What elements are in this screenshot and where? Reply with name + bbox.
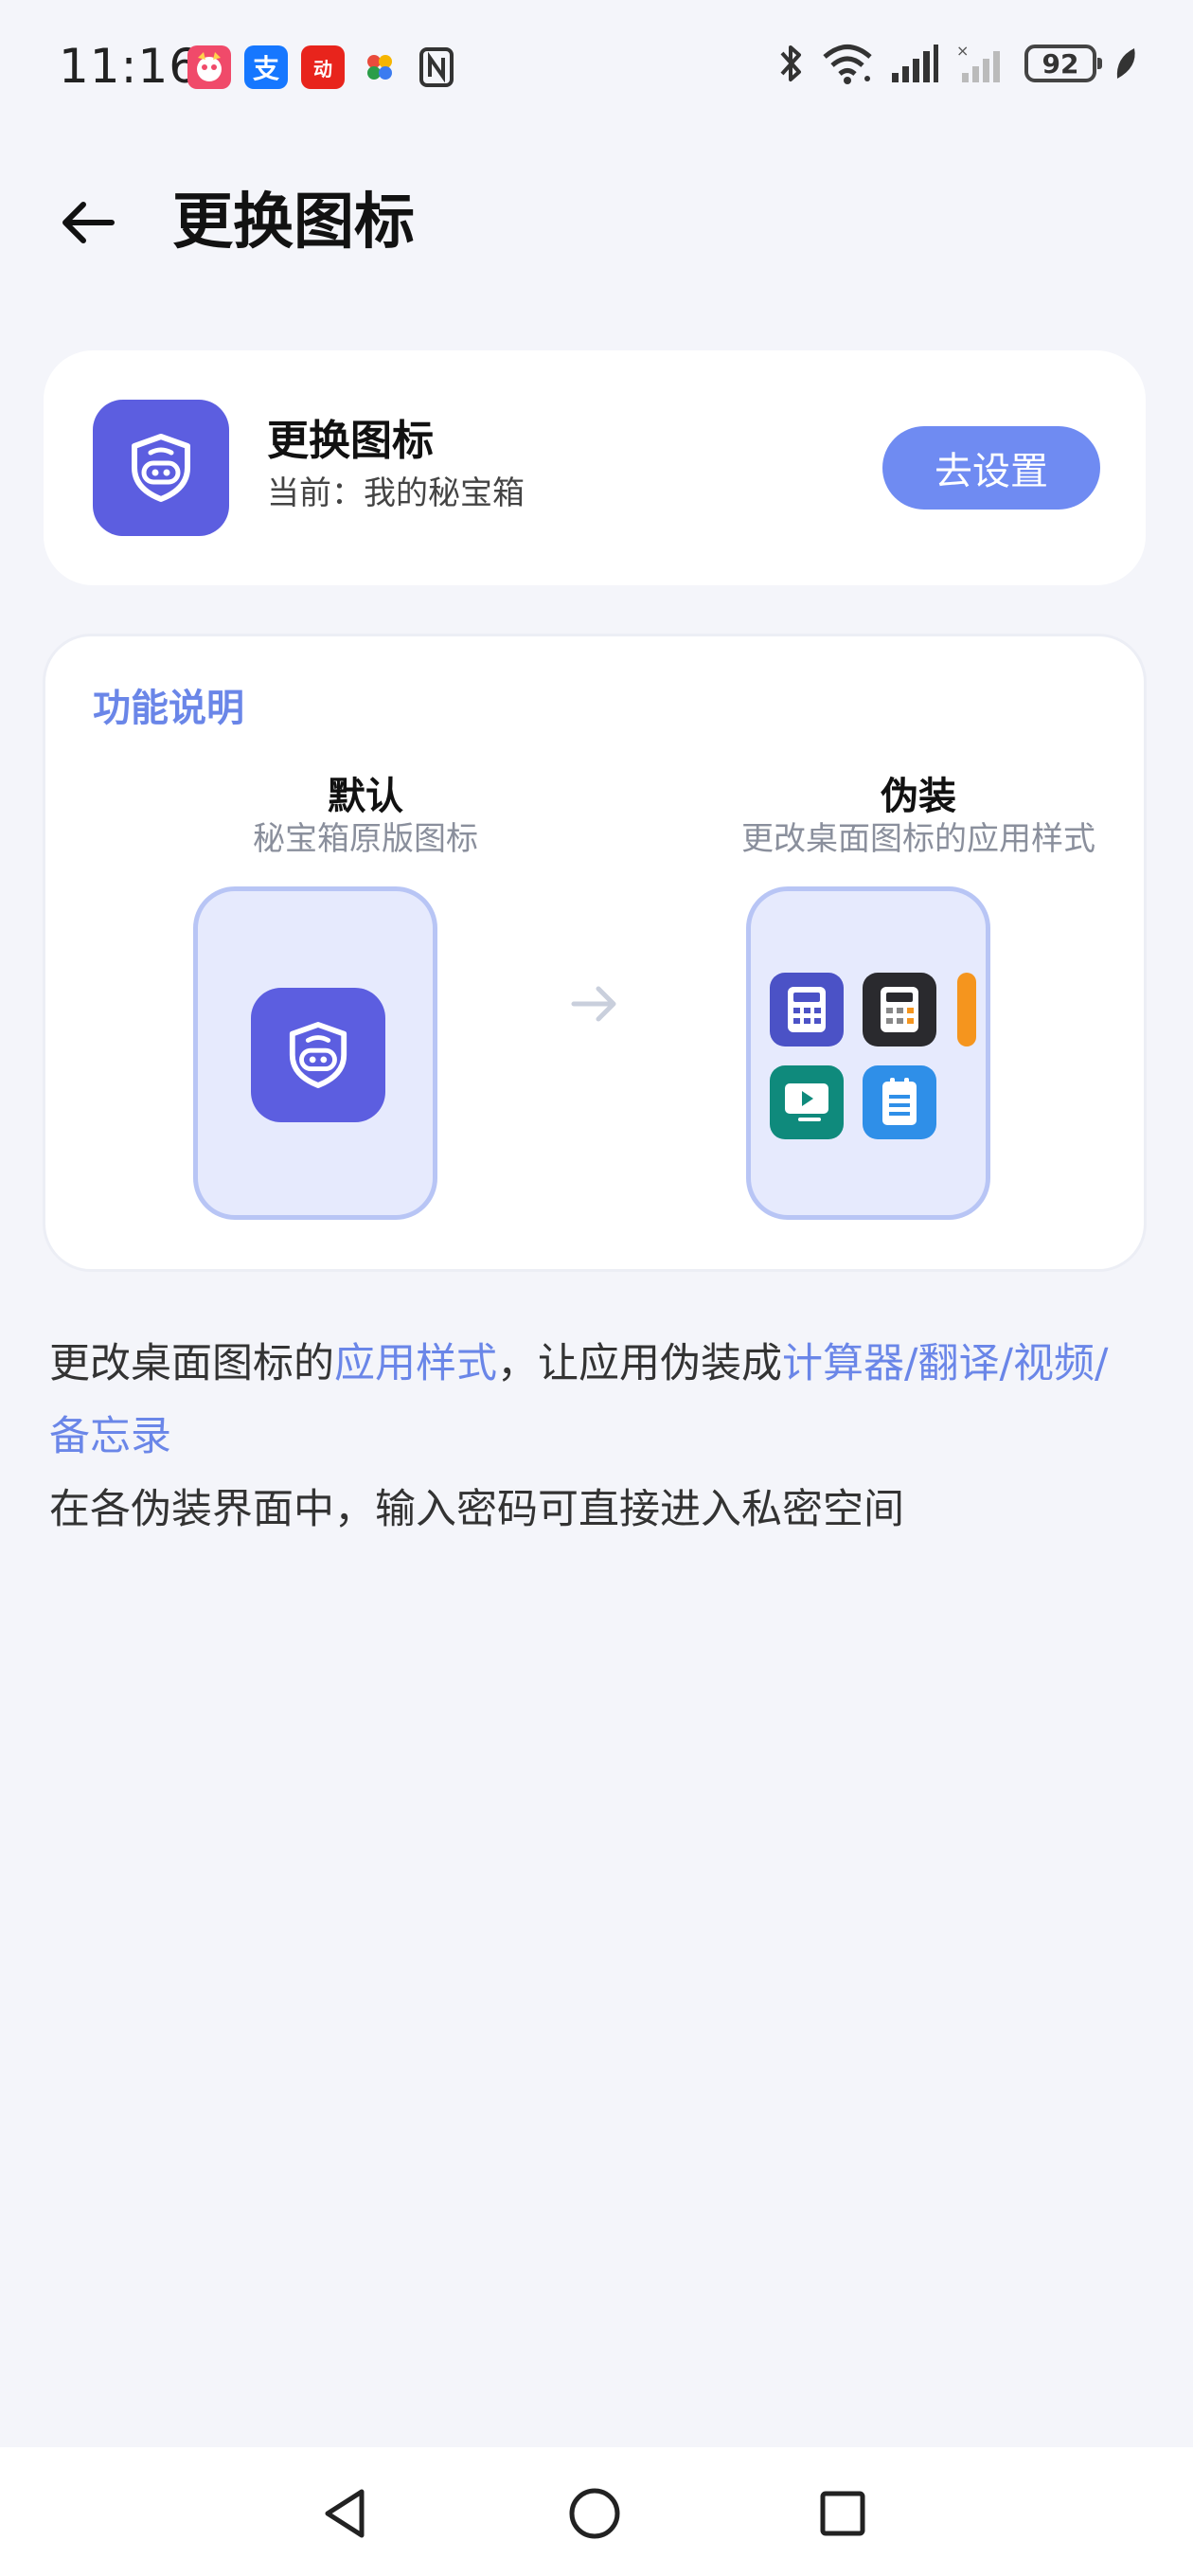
leaf-icon <box>1116 48 1135 79</box>
back-nav-button[interactable] <box>307 2476 383 2551</box>
translate-icon-partial <box>957 973 976 1046</box>
pinwheel-icon <box>358 45 401 89</box>
page-title: 更换图标 <box>172 188 415 258</box>
go-settings-button[interactable]: 去设置 <box>882 426 1100 510</box>
taobao-glyph: 动 <box>313 57 332 80</box>
battery-icon: 92 <box>1024 45 1102 82</box>
home-nav-icon <box>569 2488 620 2539</box>
home-nav-button[interactable] <box>557 2476 632 2551</box>
back-arrow-icon <box>62 202 115 243</box>
video-icon <box>770 1065 844 1139</box>
svg-text:×: × <box>956 43 969 60</box>
navigation-bar <box>0 2447 1193 2576</box>
back-nav-icon <box>325 2489 365 2538</box>
current-icon-card: 更换图标 当前：我的秘宝箱 去设置 <box>44 350 1146 585</box>
default-app-icon <box>251 988 385 1122</box>
battery-level: 92 <box>1042 47 1079 80</box>
shield-mask-icon <box>289 1022 347 1088</box>
desc-plain-1: 更改桌面图标的 <box>49 1340 334 1387</box>
taobao-icon: 动 <box>301 45 345 89</box>
app-icon <box>93 400 229 536</box>
desc-highlight-style: 应用样式 <box>334 1340 497 1387</box>
feature-heading: 功能说明 <box>93 687 244 730</box>
description-text: 更改桌面图标的应用样式，让应用伪装成计算器/翻译/视频/备忘录 在各伪装界面中，… <box>49 1328 1144 1547</box>
desc-plain-2: ，让应用伪装成 <box>497 1340 782 1387</box>
alipay-icon: 支 <box>244 45 288 89</box>
signal-no-service-icon: × <box>956 43 1000 82</box>
app-icon-pink <box>187 45 231 89</box>
nfc-icon <box>415 45 458 89</box>
description-line-1: 更改桌面图标的应用样式，让应用伪装成计算器/翻译/视频/备忘录 <box>49 1328 1144 1474</box>
status-bar: 11:16 支 动 × 92 <box>0 0 1193 133</box>
notification-icons: 支 动 <box>187 45 458 89</box>
recents-nav-icon <box>820 2491 865 2536</box>
disguise-preview-frame <box>746 886 990 1220</box>
feature-description-card: 功能说明 默认 秘宝箱原版图标 伪装 更改桌面图标的应用样式 <box>45 636 1144 1269</box>
signal-strength-icon <box>892 45 938 82</box>
arrow-right-icon <box>566 975 623 1032</box>
status-time: 11:16 <box>59 39 201 94</box>
description-line-2: 在各伪装界面中，输入密码可直接进入私密空间 <box>49 1486 904 1533</box>
default-title: 默认 <box>328 775 403 818</box>
current-title: 更换图标 <box>267 417 434 465</box>
shield-mask-icon <box>132 434 190 502</box>
alipay-glyph: 支 <box>252 53 279 84</box>
disguise-title: 伪装 <box>881 775 956 818</box>
calculator-dark-icon <box>863 973 936 1046</box>
wifi-icon <box>823 45 872 84</box>
disguise-subtitle: 更改桌面图标的应用样式 <box>741 820 1095 858</box>
default-subtitle: 秘宝箱原版图标 <box>253 820 478 858</box>
notes-icon <box>863 1065 936 1139</box>
default-preview-frame <box>193 886 437 1220</box>
recents-nav-button[interactable] <box>805 2476 881 2551</box>
back-button[interactable] <box>49 189 125 256</box>
current-icon-label: 当前：我的秘宝箱 <box>267 474 525 512</box>
header: 更换图标 <box>0 170 1193 275</box>
bluetooth-icon <box>780 45 801 81</box>
system-status-icons: × 92 <box>776 42 1138 85</box>
calculator-icon <box>770 973 844 1046</box>
